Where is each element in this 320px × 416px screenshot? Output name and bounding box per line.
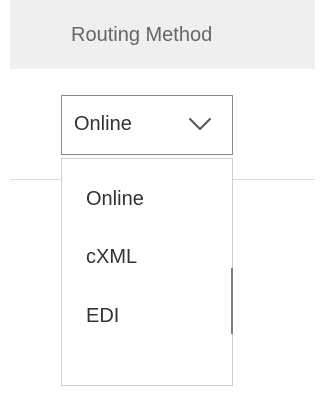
option-edi[interactable]: EDI [62,288,232,346]
option-label: Online [86,188,144,210]
scrollbar-thumb[interactable] [231,268,233,334]
column-header-routing-method: Routing Method [71,24,213,46]
option-cxml[interactable]: cXML [62,229,232,287]
routing-method-dropdown: Online cXML EDI [61,158,233,386]
selected-value: Online [74,113,132,135]
page: Routing Method Online Online cXML EDI [0,0,315,416]
option-online[interactable]: Online [62,171,232,229]
option-label: cXML [86,246,138,268]
table-header-cell: Routing Method [10,0,315,69]
chevron-down-icon[interactable] [188,116,212,132]
routing-method-select[interactable]: Online [61,95,233,155]
option-label: EDI [86,305,120,327]
